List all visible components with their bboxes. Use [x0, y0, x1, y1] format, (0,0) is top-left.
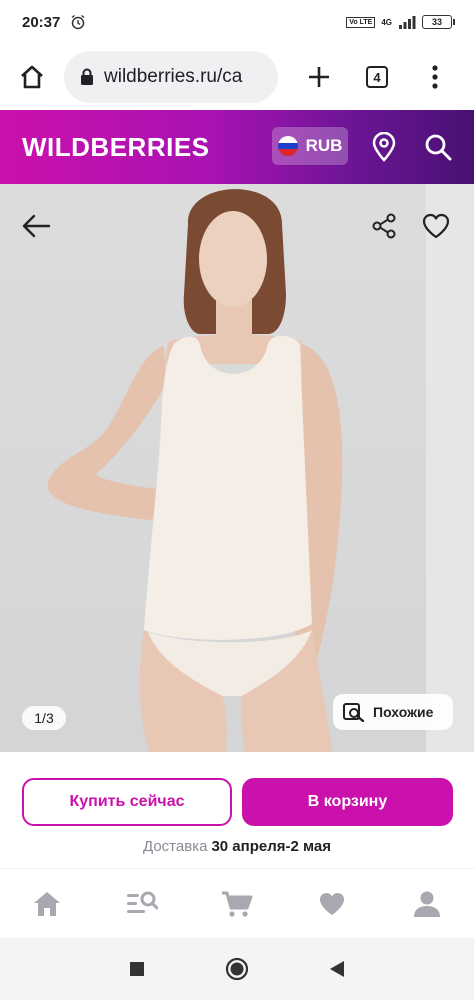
- wildberries-logo[interactable]: WILDBERRIES: [22, 132, 210, 163]
- delivery-label: Доставка: [143, 838, 208, 855]
- alarm-icon: [71, 14, 85, 30]
- signal-icon: [399, 16, 416, 29]
- status-indicators: Vo LTE 4G 33: [346, 15, 455, 29]
- product-photo: [47, 189, 343, 752]
- url-text: wildberries.ru/ca: [104, 66, 243, 87]
- location-pin-icon: [372, 132, 396, 162]
- favorite-button[interactable]: [414, 204, 458, 248]
- new-tab-button[interactable]: [290, 44, 348, 110]
- plus-icon: [309, 67, 329, 87]
- delivery-info: Доставка 30 апреля-2 мая: [0, 838, 474, 855]
- cart-icon: [221, 891, 253, 917]
- lock-icon: [81, 68, 93, 85]
- share-button[interactable]: [362, 204, 406, 248]
- share-icon: [372, 213, 396, 239]
- status-bar: 20:37 Vo LTE 4G 33: [0, 0, 474, 44]
- purchase-actions: Купить сейчас В корзину Доставка 30 апрел…: [0, 752, 474, 868]
- volte-badge: Vo LTE: [346, 16, 376, 28]
- nav-cart[interactable]: [207, 874, 267, 934]
- back-triangle-icon: [330, 961, 344, 977]
- catalog-search-icon: [127, 891, 159, 913]
- address-bar[interactable]: wildberries.ru/ca: [64, 51, 278, 103]
- currency-label: RUB: [305, 136, 343, 155]
- bottom-navigation: [0, 868, 474, 938]
- browser-toolbar: wildberries.ru/ca 4: [0, 44, 474, 110]
- russia-flag-icon: [277, 136, 298, 156]
- similar-label: Похожие: [373, 704, 434, 720]
- back-button[interactable]: [14, 204, 58, 248]
- recents-square-icon: [130, 962, 144, 976]
- similar-search-icon: [343, 703, 365, 722]
- add-to-cart-button[interactable]: В корзину: [242, 778, 453, 826]
- browser-home-button[interactable]: [0, 44, 64, 110]
- arrow-left-icon: [22, 214, 51, 238]
- nav-catalog[interactable]: [112, 874, 172, 934]
- network-type: 4G: [381, 17, 392, 27]
- search-button[interactable]: [418, 127, 458, 167]
- currency-selector[interactable]: RUB: [272, 127, 348, 165]
- nav-home[interactable]: [17, 874, 77, 934]
- more-vert-icon: [432, 65, 438, 89]
- battery-indicator: 33: [422, 15, 455, 29]
- nav-favorites[interactable]: [302, 874, 362, 934]
- heart-outline-icon: [422, 213, 450, 239]
- heart-icon: [319, 892, 344, 915]
- product-gallery[interactable]: 1/3 Похожие: [0, 184, 474, 752]
- profile-icon: [413, 891, 440, 917]
- tab-switcher-button[interactable]: 4: [348, 44, 406, 110]
- home-circle-icon: [225, 957, 249, 981]
- search-icon: [425, 134, 452, 161]
- similar-button[interactable]: Похожие: [333, 694, 453, 730]
- home-icon: [34, 891, 61, 916]
- tabs-count: 4: [366, 66, 388, 88]
- system-back-button[interactable]: [322, 954, 352, 984]
- system-navigation: [0, 938, 474, 1000]
- browser-menu-button[interactable]: [406, 44, 464, 110]
- home-outline-icon: [21, 65, 43, 89]
- location-button[interactable]: [364, 127, 404, 167]
- recents-button[interactable]: [122, 954, 152, 984]
- nav-profile[interactable]: [397, 874, 457, 934]
- delivery-date: 30 апреля-2 мая: [211, 838, 331, 855]
- site-header: WILDBERRIES RUB: [0, 110, 474, 184]
- status-time: 20:37: [22, 13, 61, 31]
- image-counter: 1/3: [22, 706, 66, 730]
- system-home-button[interactable]: [222, 954, 252, 984]
- buy-now-button[interactable]: Купить сейчас: [22, 778, 232, 826]
